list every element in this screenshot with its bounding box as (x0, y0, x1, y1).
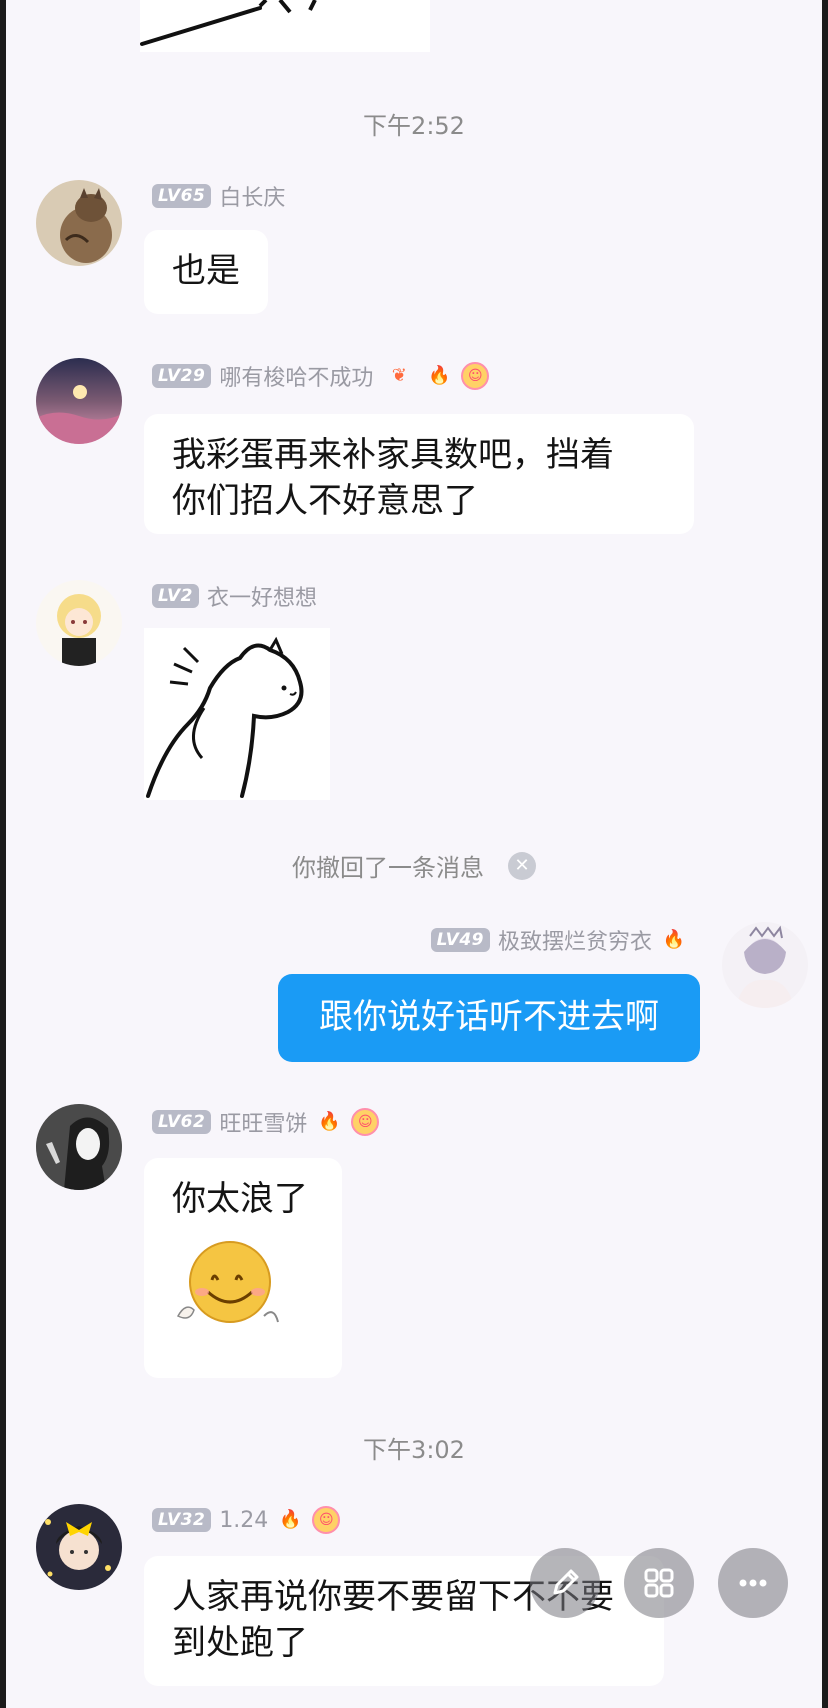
message-bubble[interactable]: 我彩蛋再来补家具数吧，挡着 你们招人不好意思了 (144, 414, 694, 534)
recall-notice: 你撤回了一条消息 ✕ (0, 848, 828, 883)
message-line: 到处跑了 (172, 1623, 308, 1663)
level-badge: LV49 (430, 928, 490, 952)
sender-row: LV62 旺旺雪饼 🔥 ☺ (152, 1106, 380, 1138)
level-badge: LV2 (152, 584, 199, 608)
sticker-image[interactable] (144, 628, 330, 800)
avatar[interactable] (36, 180, 122, 266)
sender-row: LV32 1.24 🔥 ☺ (152, 1504, 341, 1536)
sender-row: LV29 哪有梭哈不成功 ❦ 🔥 ☺ (152, 360, 490, 392)
level-badge: LV65 (152, 184, 212, 208)
sender-row: LV65 白长庆 (152, 180, 285, 212)
sender-row: LV2 衣一好想想 (152, 580, 317, 612)
recall-text: 你撤回了一条消息 (292, 854, 484, 882)
close-icon[interactable]: ✕ (508, 851, 536, 880)
sender-name[interactable]: 1.24 (219, 1508, 268, 1533)
apps-button[interactable] (624, 1548, 694, 1618)
message-text: 跟你说好话听不进去啊 (319, 997, 659, 1037)
emoji-image (172, 1236, 282, 1336)
sender-name[interactable]: 旺旺雪饼 (219, 1106, 307, 1138)
message-bubble[interactable]: 也是 (144, 230, 268, 314)
fire-icon: 🔥 (662, 929, 686, 950)
fire-icon: 🔥 (279, 1509, 302, 1530)
grid-icon (644, 1568, 674, 1598)
avatar[interactable] (36, 1104, 122, 1190)
level-badge: LV29 (152, 364, 212, 388)
avatar[interactable] (36, 580, 122, 666)
sender-name[interactable]: 白长庆 (219, 180, 285, 212)
time-divider: 下午3:02 (363, 1436, 465, 1464)
level-badge: LV32 (152, 1508, 212, 1532)
more-button[interactable] (718, 1548, 788, 1618)
time-divider: 下午2:52 (363, 112, 465, 140)
message-line: 你们招人不好意思了 (172, 481, 478, 521)
more-icon (739, 1579, 767, 1587)
level-badge: LV62 (152, 1110, 212, 1134)
sender-name[interactable]: 极致摆烂贫穷衣 (498, 924, 652, 956)
message-line: 我彩蛋再来补家具数吧，挡着 (172, 435, 614, 475)
message-bubble[interactable]: 你太浪了 (144, 1158, 342, 1378)
message-bubble-self[interactable]: 跟你说好话听不进去啊 (278, 974, 700, 1062)
sender-name[interactable]: 衣一好想想 (207, 580, 317, 612)
avatar[interactable] (36, 1504, 122, 1590)
smile-badge-icon: ☺ (351, 1108, 380, 1136)
fire-icon: 🔥 (318, 1111, 341, 1132)
avatar[interactable] (36, 358, 122, 444)
self-avatar[interactable] (722, 922, 808, 1008)
sender-row: LV49 极致摆烂贫穷衣 🔥 (400, 924, 688, 956)
smile-badge-icon: ☺ (312, 1506, 341, 1534)
message-text: 也是 (172, 251, 240, 291)
fire-icon: 🔥 (428, 365, 451, 386)
sticker-image-partial[interactable] (140, 0, 430, 52)
smile-badge-icon: ☺ (461, 362, 490, 390)
message-text: 你太浪了 (172, 1179, 308, 1219)
edit-button[interactable] (530, 1548, 600, 1618)
wing-badge-icon: ❦ (391, 365, 407, 386)
sender-name[interactable]: 哪有梭哈不成功 (219, 360, 373, 392)
pencil-icon (553, 1569, 579, 1595)
